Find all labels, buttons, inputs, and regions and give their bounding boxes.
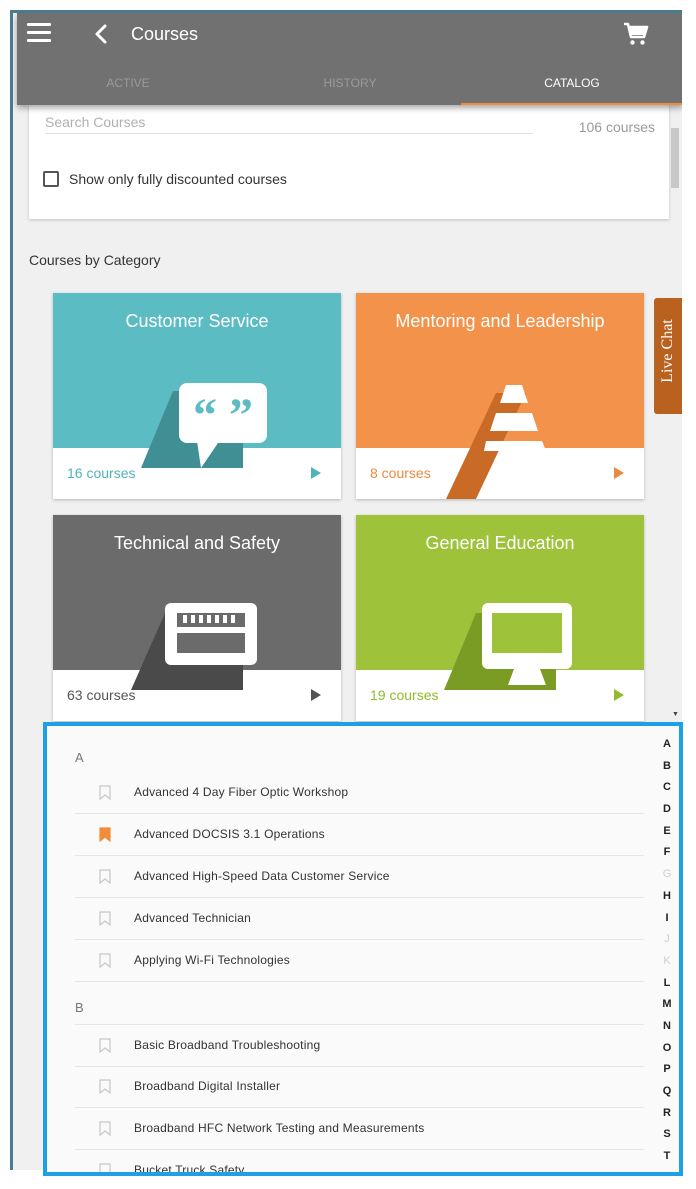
play-icon[interactable] xyxy=(311,689,321,701)
category-tile-technical-safety[interactable]: Technical and Safety 63 courses xyxy=(53,515,341,721)
bookmark-icon[interactable] xyxy=(99,1079,111,1094)
list-item[interactable]: Applying Wi-Fi Technologies xyxy=(75,940,644,982)
list-item[interactable]: Basic Broadband Troubleshooting xyxy=(75,1024,644,1067)
list-item[interactable]: Advanced 4 Day Fiber Optic Workshop xyxy=(75,772,644,814)
index-letter-j: J xyxy=(664,933,670,946)
back-icon[interactable] xyxy=(91,23,111,45)
tile-course-count: 63 courses xyxy=(67,687,136,703)
index-letter-g: G xyxy=(662,868,672,881)
tile-course-count: 8 courses xyxy=(370,465,431,481)
course-title: Advanced Technician xyxy=(134,911,251,925)
index-letter-i[interactable]: I xyxy=(659,908,675,930)
section-header-b: B xyxy=(75,1000,84,1015)
scrollbar[interactable]: ▼ xyxy=(670,118,680,718)
category-tile-customer-service[interactable]: “ ” Customer Service 16 courses xyxy=(53,293,341,499)
index-letter-h[interactable]: H xyxy=(659,886,675,908)
index-letter-a[interactable]: A xyxy=(659,734,675,756)
live-chat-button[interactable]: Live Chat xyxy=(654,298,682,414)
scroll-down-arrow-icon[interactable]: ▼ xyxy=(672,711,679,718)
tab-history[interactable]: HISTORY xyxy=(239,68,461,105)
bookmark-icon[interactable] xyxy=(99,953,111,968)
tab-catalog[interactable]: CATALOG xyxy=(461,68,682,105)
list-item[interactable]: Broadband Digital Installer xyxy=(75,1066,644,1108)
index-letter-p[interactable]: P xyxy=(659,1059,675,1081)
tab-bar: ACTIVE HISTORY CATALOG xyxy=(17,68,682,105)
list-item[interactable]: Bucket Truck Safety xyxy=(75,1150,644,1176)
index-letter-b[interactable]: B xyxy=(659,756,675,778)
discount-filter[interactable]: Show only fully discounted courses xyxy=(43,171,287,187)
bookmark-icon[interactable] xyxy=(99,911,111,926)
index-letter-q[interactable]: Q xyxy=(659,1081,675,1103)
tile-title: Mentoring and Leadership xyxy=(395,311,605,331)
alphabet-index: A B C D E F G H I J K L M N O P Q R S T xyxy=(659,734,675,1168)
tab-active[interactable]: ACTIVE xyxy=(17,68,239,105)
play-icon[interactable] xyxy=(311,467,321,479)
tile-title: General Education xyxy=(425,533,575,553)
index-letter-s[interactable]: S xyxy=(659,1124,675,1146)
course-title: Bucket Truck Safety xyxy=(134,1163,245,1176)
list-item[interactable]: Broadband HFC Network Testing and Measur… xyxy=(75,1108,644,1150)
index-letter-t[interactable]: T xyxy=(659,1146,675,1168)
search-card: 106 courses Show only fully discounted c… xyxy=(29,105,669,219)
course-title: Applying Wi-Fi Technologies xyxy=(134,953,290,967)
index-letter-d[interactable]: D xyxy=(659,799,675,821)
bookmark-icon[interactable] xyxy=(99,1038,111,1053)
index-letter-k: K xyxy=(663,954,671,967)
app-bar: Courses ACTIVE HISTORY CATALOG xyxy=(17,13,682,105)
bookmark-icon[interactable] xyxy=(99,1163,111,1176)
cart-icon[interactable] xyxy=(623,21,649,47)
index-letter-l[interactable]: L xyxy=(659,973,675,995)
index-letter-f[interactable]: F xyxy=(659,842,675,864)
bookmark-icon[interactable] xyxy=(99,1121,111,1136)
discount-checkbox-label: Show only fully discounted courses xyxy=(69,171,287,187)
svg-text:“ ”: “ ” xyxy=(193,389,253,442)
bookmark-icon[interactable] xyxy=(99,785,111,800)
index-letter-r[interactable]: R xyxy=(659,1103,675,1125)
course-title: Advanced High-Speed Data Customer Servic… xyxy=(134,869,390,883)
course-title: Broadband HFC Network Testing and Measur… xyxy=(134,1121,425,1135)
index-letter-o[interactable]: O xyxy=(659,1038,675,1060)
play-icon[interactable] xyxy=(614,689,624,701)
tile-title: Technical and Safety xyxy=(113,533,281,553)
course-title: Broadband Digital Installer xyxy=(134,1079,281,1093)
course-title: Advanced 4 Day Fiber Optic Workshop xyxy=(134,785,349,799)
index-letter-c[interactable]: C xyxy=(659,777,675,799)
page-title: Courses xyxy=(131,24,199,44)
index-letter-e[interactable]: E xyxy=(659,821,675,843)
bookmark-filled-icon[interactable] xyxy=(99,827,111,842)
scroll-thumb[interactable] xyxy=(671,128,679,188)
course-title: Advanced DOCSIS 3.1 Operations xyxy=(134,827,325,841)
course-title: Basic Broadband Troubleshooting xyxy=(134,1038,321,1052)
list-item[interactable]: Advanced DOCSIS 3.1 Operations xyxy=(75,814,644,856)
index-letter-m[interactable]: M xyxy=(659,994,675,1016)
categories-heading: Courses by Category xyxy=(29,252,161,268)
tile-course-count: 19 courses xyxy=(370,687,439,703)
menu-icon[interactable] xyxy=(27,23,51,43)
list-item[interactable]: Advanced Technician xyxy=(75,898,644,940)
list-item[interactable]: Advanced High-Speed Data Customer Servic… xyxy=(75,856,644,898)
index-letter-n[interactable]: N xyxy=(659,1016,675,1038)
live-chat-label: Live Chat xyxy=(659,319,676,383)
tile-title: Customer Service xyxy=(125,311,269,331)
play-icon[interactable] xyxy=(614,467,624,479)
category-tile-mentoring-leadership[interactable]: Mentoring and Leadership 8 courses xyxy=(356,293,644,499)
category-tile-general-education[interactable]: General Education 19 courses xyxy=(356,515,644,721)
bookmark-icon[interactable] xyxy=(99,869,111,884)
alphabetical-course-list: A Advanced 4 Day Fiber Optic Workshop Ad… xyxy=(43,722,683,1176)
tile-course-count: 16 courses xyxy=(67,465,136,481)
course-count: 106 courses xyxy=(578,119,655,135)
discount-checkbox[interactable] xyxy=(43,171,59,187)
search-input[interactable] xyxy=(45,111,533,134)
section-header-a: A xyxy=(75,750,84,765)
